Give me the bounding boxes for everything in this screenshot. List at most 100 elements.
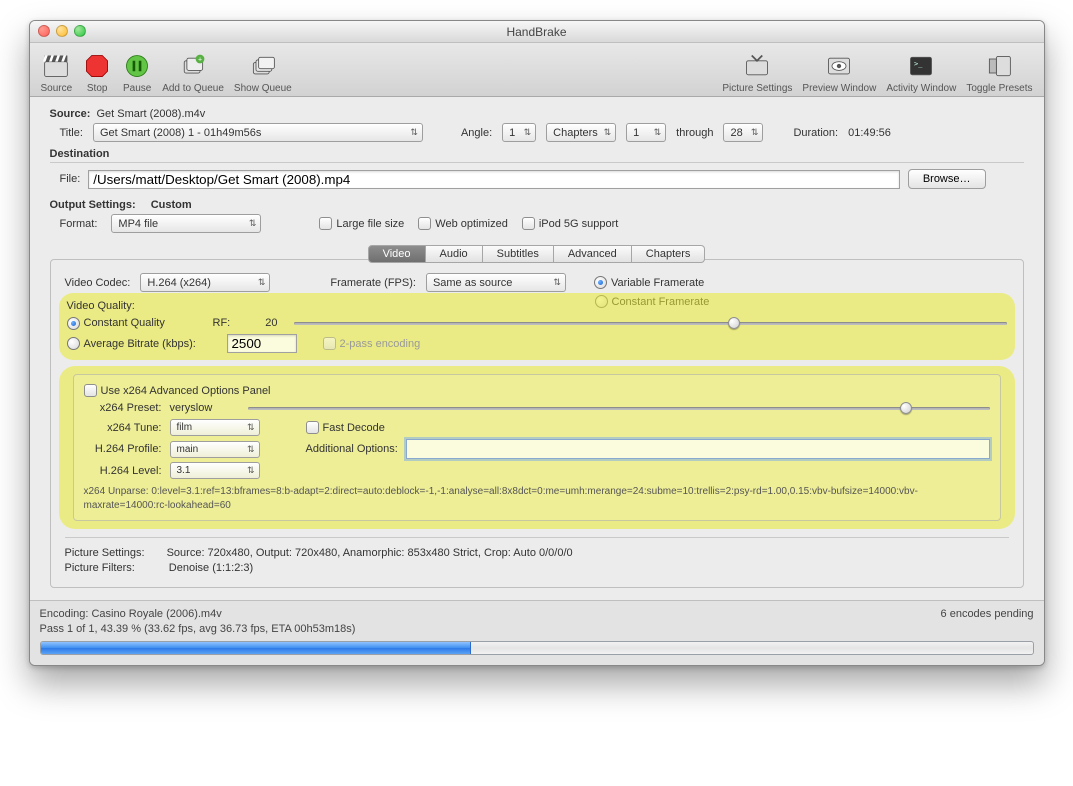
tab-video[interactable]: Video: [368, 245, 426, 263]
add-to-queue-button[interactable]: + Add to Queue: [161, 51, 225, 94]
format-value: MP4 file: [118, 218, 158, 230]
picture-settings-button[interactable]: Picture Settings: [721, 51, 793, 94]
checkbox-icon: [323, 337, 336, 350]
rf-label: RF:: [213, 317, 231, 329]
constant-quality-radio[interactable]: Constant Quality: [67, 317, 197, 330]
framerate-select[interactable]: Same as source: [426, 273, 566, 292]
handbrake-window: HandBrake Source Stop Pause + Add to Que…: [29, 20, 1045, 666]
x264-tune-label: x264 Tune:: [84, 422, 162, 434]
toolbar-label: Pause: [123, 83, 151, 94]
ipod-checkbox[interactable]: iPod 5G support: [522, 217, 619, 230]
rf-slider[interactable]: [294, 315, 1007, 331]
variable-framerate-radio[interactable]: Variable Framerate: [594, 276, 704, 289]
h264-level-select[interactable]: 3.1: [170, 462, 260, 479]
output-settings-value: Custom: [151, 199, 192, 211]
framerate-value: Same as source: [433, 277, 512, 289]
zoom-icon[interactable]: [74, 25, 86, 37]
framerate-label: Framerate (FPS):: [330, 277, 416, 289]
tab-label: Audio: [440, 248, 468, 260]
pause-button[interactable]: Pause: [121, 51, 153, 94]
tab-advanced[interactable]: Advanced: [554, 245, 632, 263]
angle-value: 1: [509, 127, 515, 139]
checkbox-icon: [306, 421, 319, 434]
source-button[interactable]: Source: [40, 51, 74, 94]
format-label: Format:: [60, 218, 98, 230]
tab-subtitles[interactable]: Subtitles: [483, 245, 554, 263]
range-type-select[interactable]: Chapters: [546, 123, 616, 142]
checkbox-icon: [319, 217, 332, 230]
toolbar-label: Activity Window: [886, 83, 956, 94]
radio-icon: [594, 276, 607, 289]
video-panel: Video Codec: H.264 (x264) Framerate (FPS…: [50, 259, 1024, 588]
browse-button[interactable]: Browse…: [908, 169, 986, 189]
clapperboard-icon: [41, 51, 71, 81]
rf-value: 20: [265, 317, 277, 329]
eye-icon: [824, 51, 854, 81]
x264-tune-select[interactable]: film: [170, 419, 260, 436]
web-optimized-checkbox[interactable]: Web optimized: [418, 217, 508, 230]
average-bitrate-radio[interactable]: Average Bitrate (kbps):: [67, 337, 217, 350]
video-quality-label: Video Quality:: [67, 300, 135, 312]
queue-icon: [248, 51, 278, 81]
checkbox-icon: [522, 217, 535, 230]
bitrate-input[interactable]: [227, 334, 297, 353]
chapter-start-select[interactable]: 1: [626, 123, 666, 142]
fast-decode-checkbox[interactable]: Fast Decode: [306, 421, 385, 434]
preview-window-button[interactable]: Preview Window: [801, 51, 877, 94]
video-codec-select[interactable]: H.264 (x264): [140, 273, 270, 292]
encoding-file-label: Encoding: Casino Royale (2006).m4v: [40, 608, 222, 620]
x264-preset-label: x264 Preset:: [84, 402, 162, 414]
activity-window-button[interactable]: >_ Activity Window: [885, 51, 957, 94]
h264-profile-label: H.264 Profile:: [84, 443, 162, 455]
video-codec-value: H.264 (x264): [147, 277, 211, 289]
x264-preset-value: veryslow: [170, 402, 240, 414]
duration-value: 01:49:56: [848, 127, 891, 139]
through-label: through: [676, 127, 713, 139]
picture-settings-value: Source: 720x480, Output: 720x480, Anamor…: [167, 547, 573, 559]
file-label: File:: [60, 173, 81, 185]
angle-select[interactable]: 1: [502, 123, 536, 142]
additional-options-input[interactable]: [406, 439, 990, 459]
checkbox-icon: [418, 217, 431, 230]
chapter-end-select[interactable]: 28: [723, 123, 763, 142]
window-title: HandBrake: [506, 25, 566, 39]
h264-profile-select[interactable]: main: [170, 441, 260, 458]
terminal-icon: >_: [906, 51, 936, 81]
toolbar-label: Source: [41, 83, 73, 94]
minimize-icon[interactable]: [56, 25, 68, 37]
tab-chapters[interactable]: Chapters: [632, 245, 706, 263]
title-select[interactable]: Get Smart (2008) 1 - 01h49m56s: [93, 123, 423, 142]
ipod-label: iPod 5G support: [539, 218, 619, 230]
picture-filters-label: Picture Filters:: [65, 562, 135, 574]
web-optimized-label: Web optimized: [435, 218, 508, 230]
tab-audio[interactable]: Audio: [426, 245, 483, 263]
video-codec-label: Video Codec:: [65, 277, 131, 289]
tab-label: Advanced: [568, 248, 617, 260]
large-file-checkbox[interactable]: Large file size: [319, 217, 404, 230]
source-label: Source:: [50, 108, 91, 120]
checkbox-icon: [84, 384, 97, 397]
use-x264-panel-checkbox[interactable]: Use x264 Advanced Options Panel: [84, 384, 271, 397]
x264-preset-slider[interactable]: [248, 400, 990, 416]
format-select[interactable]: MP4 file: [111, 214, 261, 233]
stop-button[interactable]: Stop: [81, 51, 113, 94]
show-queue-button[interactable]: Show Queue: [233, 51, 293, 94]
svg-text:>_: >_: [914, 60, 923, 68]
picture-settings-label: Picture Settings:: [65, 547, 145, 559]
radio-icon: [67, 317, 80, 330]
tab-label: Video: [383, 248, 411, 260]
h264-level-value: 3.1: [177, 465, 191, 476]
browse-label: Browse…: [923, 173, 971, 185]
stop-icon: [82, 51, 112, 81]
toolbar-label: Toggle Presets: [966, 83, 1032, 94]
duration-label: Duration:: [793, 127, 838, 139]
h264-profile-value: main: [177, 444, 199, 455]
toggle-presets-button[interactable]: Toggle Presets: [965, 51, 1033, 94]
destination-input[interactable]: [88, 170, 900, 189]
title-bar[interactable]: HandBrake: [30, 21, 1044, 43]
encoding-progress-text: Pass 1 of 1, 43.39 % (33.62 fps, avg 36.…: [40, 623, 356, 635]
angle-label: Angle:: [461, 127, 492, 139]
close-icon[interactable]: [38, 25, 50, 37]
svg-text:+: +: [198, 57, 202, 64]
two-pass-checkbox: 2-pass encoding: [323, 337, 421, 350]
